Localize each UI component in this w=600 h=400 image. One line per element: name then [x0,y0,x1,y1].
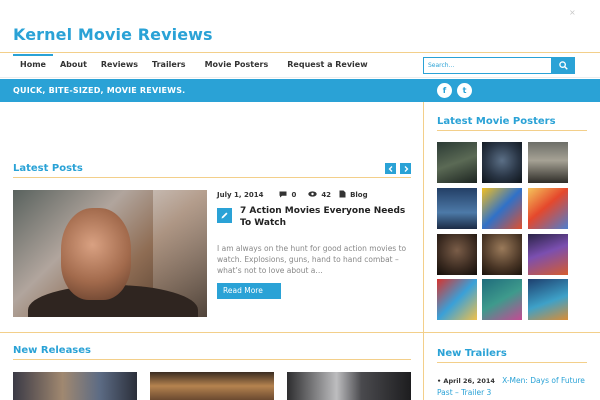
nav-item-about[interactable]: About [53,54,94,76]
trailer-date: • April 26, 2014 [437,377,495,385]
tagline-bar: QUICK, BITE-SIZED, MOVIE REVIEWS. f t [0,79,600,102]
page: × Kernel Movie Reviews Home About Review… [0,0,600,400]
search-input[interactable] [424,58,552,73]
new-trailers-rule [437,362,587,363]
nav-item-home[interactable]: Home [13,54,53,76]
movie-poster[interactable] [437,234,477,275]
main-nav: Home About Reviews Trailers Movie Poster… [13,54,375,76]
comment-count[interactable]: 0 [291,191,296,199]
tagline: QUICK, BITE-SIZED, MOVIE REVIEWS. [13,86,186,95]
post-category[interactable]: Blog [350,191,368,199]
nav-divider [0,77,600,78]
movie-poster[interactable] [528,234,568,275]
header-divider [0,52,600,53]
chevron-right-icon [404,165,408,172]
latest-posts-rule [13,177,411,178]
new-releases-rule [13,359,411,360]
movie-poster[interactable] [437,279,477,320]
close-icon[interactable]: × [569,8,576,17]
view-count: 42 [321,191,332,199]
next-button[interactable] [400,163,411,174]
site-title[interactable]: Kernel Movie Reviews [13,25,213,44]
list-item[interactable]: • April 26, 2014 X-Men: Days of Future P… [437,375,592,398]
search-button[interactable] [551,57,575,74]
latest-posts-heading: Latest Posts [13,163,83,174]
release-thumbnail[interactable] [13,372,137,400]
latest-posters-heading: Latest Movie Posters [437,116,556,127]
movie-poster[interactable] [482,188,522,229]
read-more-button[interactable]: Read More [217,283,281,299]
twitter-icon[interactable]: t [457,83,472,98]
movie-poster[interactable] [528,142,568,183]
section-divider [0,332,600,333]
sidebar-divider [423,102,424,400]
prev-button[interactable] [385,163,396,174]
movie-poster[interactable] [482,234,522,275]
release-thumbnail[interactable] [150,372,274,400]
post-excerpt: I am always on the hunt for good action … [217,244,407,275]
facebook-icon[interactable]: f [437,83,452,98]
movie-poster[interactable] [528,188,568,229]
comment-icon [279,191,287,200]
new-trailers-heading: New Trailers [437,348,507,359]
eye-icon [308,191,318,199]
new-releases-heading: New Releases [13,345,91,356]
post-thumbnail[interactable] [13,190,207,317]
movie-poster[interactable] [437,142,477,183]
chevron-left-icon [388,165,392,172]
latest-posters-rule [437,130,587,131]
pencil-icon [217,208,232,223]
movie-poster[interactable] [482,142,522,183]
movie-poster[interactable] [482,279,522,320]
nav-item-request-review[interactable]: Request a Review [280,54,374,76]
nav-item-reviews[interactable]: Reviews [94,54,145,76]
nav-item-movie-posters[interactable]: Movie Posters [198,54,276,76]
movie-poster[interactable] [437,188,477,229]
search-icon [558,61,568,70]
release-thumbnail[interactable] [287,372,411,400]
post-date: July 1, 2014 [217,191,264,199]
folder-icon [339,190,346,200]
post-title[interactable]: 7 Action Movies Everyone Needs To Watch [240,205,412,229]
movie-poster[interactable] [528,279,568,320]
post-meta: July 1, 2014 0 42 Blog [217,190,368,200]
nav-item-trailers[interactable]: Trailers [145,54,193,76]
